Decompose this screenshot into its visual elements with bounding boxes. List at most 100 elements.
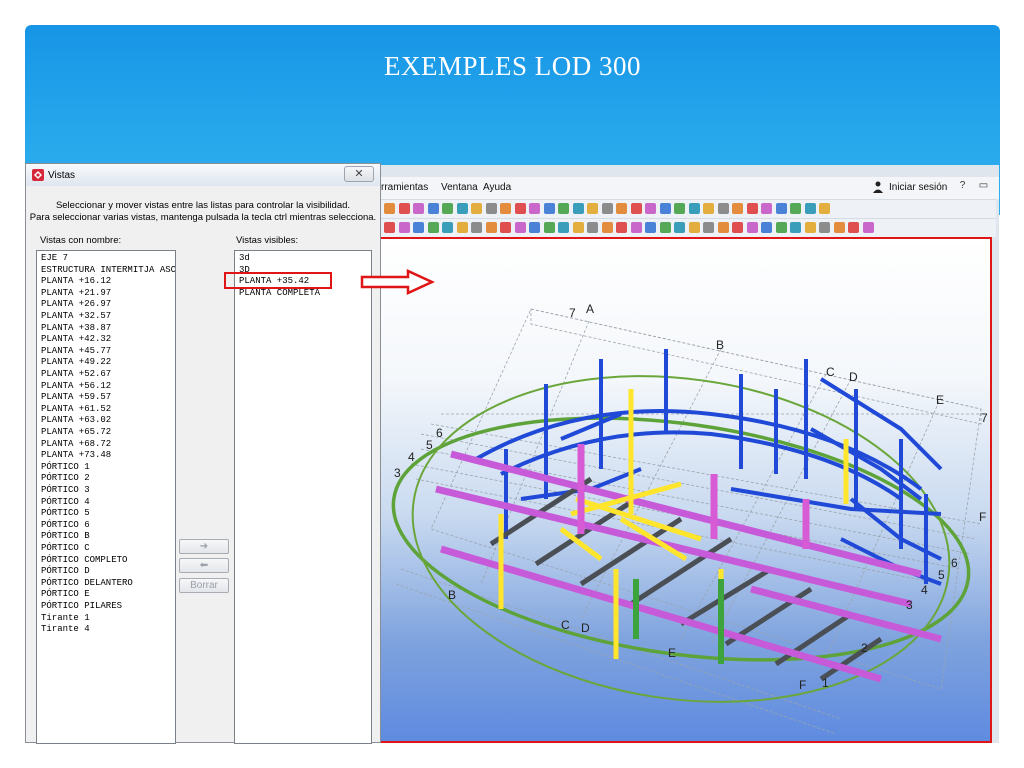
delete-button[interactable]: Borrar: [179, 578, 229, 593]
toolbar-tool-icon[interactable]: [819, 222, 830, 233]
list-item[interactable]: PLANTA +26.97: [41, 299, 111, 311]
menu-ventana[interactable]: Ventana: [441, 182, 478, 193]
list-item[interactable]: PLANTA +42.32: [41, 334, 111, 346]
list-item[interactable]: PLANTA +38.87: [41, 323, 111, 335]
toolbar-tool-icon[interactable]: [688, 203, 700, 214]
toolbar-tool-icon[interactable]: [732, 222, 743, 233]
toolbar-tool-icon[interactable]: [456, 222, 468, 233]
list-item[interactable]: PLANTA +63.02: [41, 415, 111, 427]
toolbar-tool-icon[interactable]: [804, 222, 816, 233]
list-item[interactable]: PLANTA +52.67: [41, 369, 111, 381]
toolbar-tool-icon[interactable]: [688, 222, 700, 233]
toolbar-tool-icon[interactable]: [674, 203, 685, 214]
list-item[interactable]: PÓRTICO 1: [41, 462, 90, 474]
menu-herramientas[interactable]: rramientas: [381, 182, 428, 193]
toolbar-tool-icon[interactable]: [601, 203, 613, 214]
list-item[interactable]: PÓRTICO 5: [41, 508, 90, 520]
list-item[interactable]: PLANTA +59.57: [41, 392, 111, 404]
list-item[interactable]: 3d: [239, 253, 250, 265]
list-item[interactable]: PÓRTICO E: [41, 589, 90, 601]
list-item[interactable]: Tirante 4: [41, 624, 90, 636]
toolbar-tool-icon[interactable]: [529, 203, 540, 214]
toolbar-tool-icon[interactable]: [630, 203, 642, 214]
toolbar-tool-icon[interactable]: [471, 222, 482, 233]
toolbar-tool-icon[interactable]: [543, 203, 555, 214]
list-item[interactable]: PÓRTICO DELANTERO: [41, 578, 133, 590]
help-button[interactable]: ?: [957, 181, 968, 191]
list-item[interactable]: PÓRTICO COMPLETO: [41, 555, 127, 567]
toolbar-tool-icon[interactable]: [616, 222, 627, 233]
toolbar-tool-icon[interactable]: [732, 203, 743, 214]
toolbar-tool-icon[interactable]: [862, 222, 874, 233]
toolbar-tool-icon[interactable]: [819, 203, 830, 214]
menu-ayuda[interactable]: Ayuda: [483, 182, 511, 193]
toolbar-tool-icon[interactable]: [761, 203, 772, 214]
list-item[interactable]: PLANTA +61.52: [41, 404, 111, 416]
toolbar-tool-icon[interactable]: [674, 222, 685, 233]
toolbar-tool-icon[interactable]: [659, 222, 671, 233]
toolbar-tool-icon[interactable]: [804, 203, 816, 214]
toolbar-tool-icon[interactable]: [703, 203, 714, 214]
toolbar-tool-icon[interactable]: [790, 222, 801, 233]
list-item[interactable]: PLANTA COMPLETA: [239, 288, 320, 300]
toolbar-tool-icon[interactable]: [456, 203, 468, 214]
toolbar-tool-icon[interactable]: [746, 222, 758, 233]
toolbar-tool-icon[interactable]: [703, 222, 714, 233]
toolbar-tool-icon[interactable]: [761, 222, 772, 233]
close-button[interactable]: ✕: [344, 166, 374, 182]
toolbar-tool-icon[interactable]: [384, 222, 395, 233]
toolbar-tool-icon[interactable]: [645, 222, 656, 233]
toolbar-tool-icon[interactable]: [558, 203, 569, 214]
toolbar-tool-icon[interactable]: [572, 203, 584, 214]
toolbar-tool-icon[interactable]: [398, 203, 410, 214]
toolbar-tool-icon[interactable]: [848, 222, 859, 233]
list-item[interactable]: PLANTA +68.72: [41, 439, 111, 451]
list-item[interactable]: PÓRTICO 3: [41, 485, 90, 497]
add-to-visible-button[interactable]: ➔: [179, 539, 229, 554]
toolbar-tool-icon[interactable]: [485, 203, 497, 214]
toolbar-tool-icon[interactable]: [514, 222, 526, 233]
toolbar-tool-icon[interactable]: [833, 222, 845, 233]
list-item[interactable]: PLANTA +21.97: [41, 288, 111, 300]
toolbar-tool-icon[interactable]: [427, 203, 439, 214]
list-item[interactable]: PÓRTICO 4: [41, 497, 90, 509]
list-item[interactable]: PLANTA +49.22: [41, 357, 111, 369]
toolbar-tool-icon[interactable]: [427, 222, 439, 233]
list-item[interactable]: PLANTA +73.48: [41, 450, 111, 462]
toolbar-tool-icon[interactable]: [413, 203, 424, 214]
toolbar-tool-icon[interactable]: [717, 203, 729, 214]
list-item[interactable]: PÓRTICO PILARES: [41, 601, 122, 613]
toolbar-tool-icon[interactable]: [630, 222, 642, 233]
toolbar-tool-icon[interactable]: [601, 222, 613, 233]
toolbar-tool-icon[interactable]: [500, 203, 511, 214]
toolbar-tool-icon[interactable]: [775, 203, 787, 214]
list-item[interactable]: PLANTA +45.77: [41, 346, 111, 358]
toolbar-tool-icon[interactable]: [500, 222, 511, 233]
list-item[interactable]: PLANTA +16.12: [41, 276, 111, 288]
toolbar-tool-icon[interactable]: [558, 222, 569, 233]
list-item[interactable]: PÓRTICO B: [41, 531, 90, 543]
list-item[interactable]: EJE 7: [41, 253, 68, 265]
dialog-titlebar[interactable]: Vistas ✕: [26, 164, 380, 186]
toolbar-tool-icon[interactable]: [529, 222, 540, 233]
list-item[interactable]: Tirante 1: [41, 613, 90, 625]
toolbar-tool-icon[interactable]: [485, 222, 497, 233]
list-item[interactable]: PÓRTICO D: [41, 566, 90, 578]
toolbar-tool-icon[interactable]: [746, 203, 758, 214]
toolbar-tool-icon[interactable]: [543, 222, 555, 233]
toolbar-tool-icon[interactable]: [790, 203, 801, 214]
toolbar-tool-icon[interactable]: [717, 222, 729, 233]
toolbar-tool-icon[interactable]: [442, 222, 453, 233]
model-viewport[interactable]: 7 A B C D E 7 6 5 4 3 F 6 5 4 3 B C D E: [381, 237, 992, 743]
list-item[interactable]: PLANTA +65.72: [41, 427, 111, 439]
named-views-list[interactable]: EJE 7 ESTRUCTURA INTERMITJA ASC PLANTA +16…: [36, 250, 176, 744]
list-item[interactable]: ESTRUCTURA INTERMITJA ASC: [41, 265, 175, 277]
toolbar-tool-icon[interactable]: [514, 203, 526, 214]
toolbar-tool-icon[interactable]: [413, 222, 424, 233]
toolbar-tool-icon[interactable]: [398, 222, 410, 233]
visible-views-list[interactable]: 3d 3D PLANTA +35.42 PLANTA COMPLETA: [234, 250, 372, 744]
toolbar-tool-icon[interactable]: [645, 203, 656, 214]
toolbar-tool-icon[interactable]: [471, 203, 482, 214]
toolbar-tool-icon[interactable]: [572, 222, 584, 233]
toolbar-tool-icon[interactable]: [616, 203, 627, 214]
